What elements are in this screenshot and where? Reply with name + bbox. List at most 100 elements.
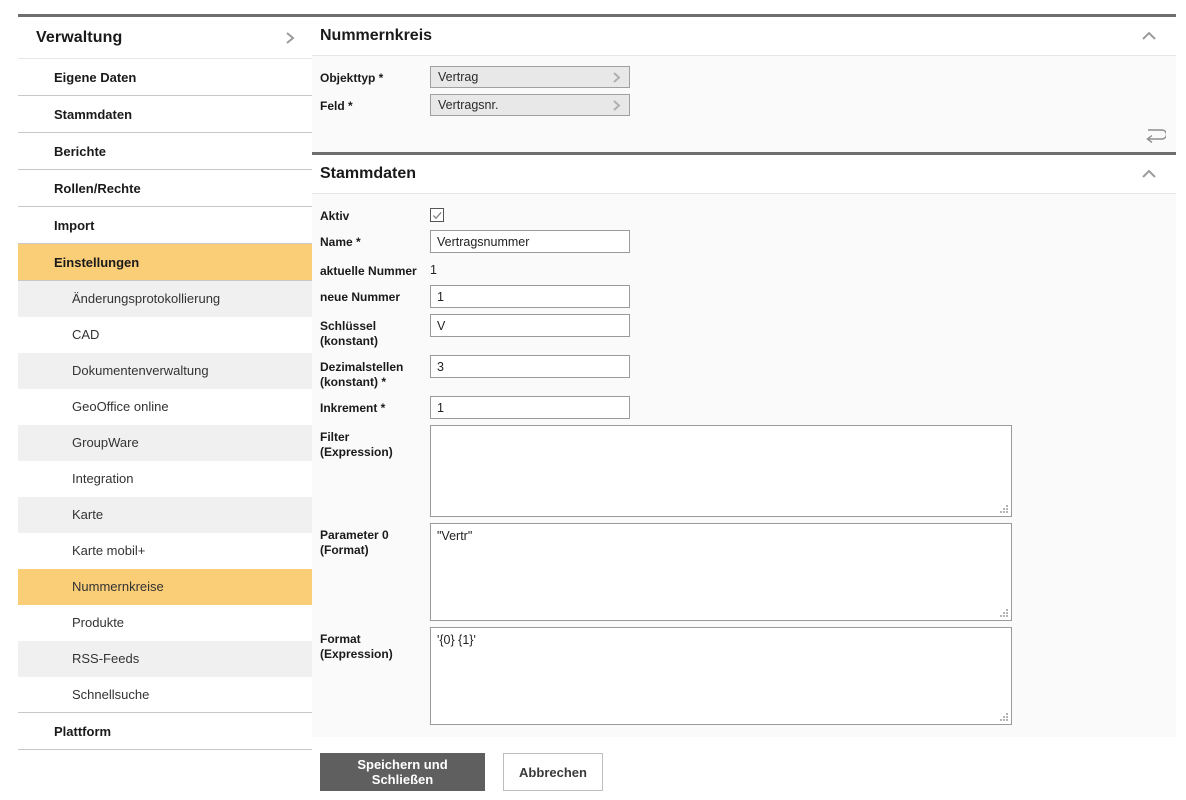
field-row-filter: Filter (Expression) <box>320 425 1176 517</box>
field-label-objekttyp: Objekttyp * <box>320 66 430 86</box>
sidebar-item-produkte[interactable]: Produkte <box>18 605 312 641</box>
chevron-right-icon <box>610 99 623 112</box>
field-label-neue-nummer: neue Nummer <box>320 285 430 305</box>
field-label-name: Name * <box>320 230 430 250</box>
sidebar-item-label: Änderungsprotokollierung <box>72 291 220 306</box>
sidebar-item-label: Rollen/Rechte <box>54 181 141 196</box>
sidebar-item-dokumentenverwaltung[interactable]: Dokumentenverwaltung <box>18 353 312 389</box>
sidebar-item-karte-mobil[interactable]: Karte mobil+ <box>18 533 312 569</box>
field-control-neue-nummer <box>430 285 1176 308</box>
sidebar-item-stammdaten[interactable]: Stammdaten <box>18 96 312 133</box>
filter-textarea[interactable] <box>430 425 1012 517</box>
sidebar-item-groupware[interactable]: GroupWare <box>18 425 312 461</box>
sidebar-item-label: Einstellungen <box>54 255 139 270</box>
panel-nummernkreis-body: Objekttyp * Vertrag Feld * <box>312 56 1176 152</box>
panel-title: Nummernkreis <box>320 27 432 45</box>
dezimalstellen-input[interactable] <box>430 355 630 378</box>
field-label-filter: Filter (Expression) <box>320 425 430 460</box>
field-label-parameter0: Parameter 0 (Format) <box>320 523 430 558</box>
chevron-right-icon[interactable] <box>282 30 298 46</box>
checkmark-icon <box>432 210 443 221</box>
field-control-feld: Vertragsnr. <box>430 94 1176 116</box>
sidebar-item-label: Berichte <box>54 144 106 159</box>
panel-stammdaten: Stammdaten Aktiv <box>312 152 1176 737</box>
field-control-inkrement <box>430 396 1176 419</box>
parameter0-textarea[interactable]: "Vertr" <box>430 523 1012 621</box>
sidebar-item-label: GroupWare <box>72 435 139 450</box>
cancel-button[interactable]: Abbrechen <box>503 753 603 791</box>
field-row-format: Format (Expression) '{0} {1}' <box>320 627 1176 725</box>
button-bar: Speichern und Schließen Abbrechen <box>312 737 1176 791</box>
panel-stammdaten-body: Aktiv Name * <box>312 194 1176 737</box>
sidebar-item-schnellsuche[interactable]: Schnellsuche <box>18 677 312 713</box>
parameter0-textarea-wrap: "Vertr" <box>430 523 1012 621</box>
schluessel-input[interactable] <box>430 314 630 337</box>
field-control-name <box>430 230 1176 253</box>
sidebar-header[interactable]: Verwaltung <box>18 17 312 59</box>
sidebar-item-label: Dokumentenverwaltung <box>72 363 209 378</box>
inkrement-input[interactable] <box>430 396 630 419</box>
format-textarea[interactable]: '{0} {1}' <box>430 627 1012 725</box>
panel-nummernkreis-header[interactable]: Nummernkreis <box>312 17 1176 56</box>
sidebar-item-label: Eigene Daten <box>54 70 136 85</box>
sidebar-item-label: Karte mobil+ <box>72 543 145 558</box>
sidebar-item-label: Plattform <box>54 724 111 739</box>
field-label-feld: Feld * <box>320 94 430 114</box>
field-row-inkrement: Inkrement * <box>320 396 1176 419</box>
field-row-aktiv: Aktiv <box>320 204 1176 224</box>
panel-stammdaten-header[interactable]: Stammdaten <box>312 155 1176 194</box>
field-label-inkrement: Inkrement * <box>320 396 430 416</box>
sidebar-item-einstellungen[interactable]: Einstellungen <box>18 244 312 281</box>
sidebar-item-plattform[interactable]: Plattform <box>18 713 312 750</box>
feld-selected-value: Vertragsnr. <box>438 98 498 112</box>
field-row-parameter0: Parameter 0 (Format) "Vertr" <box>320 523 1176 621</box>
field-row-objekttyp: Objekttyp * Vertrag <box>320 66 1176 88</box>
field-row-aktuelle-nummer: aktuelle Nummer 1 <box>320 259 1176 279</box>
field-row-name: Name * <box>320 230 1176 253</box>
aktuelle-nummer-value: 1 <box>430 259 1176 277</box>
undo-arrow-icon[interactable] <box>1144 126 1166 144</box>
sidebar-item-berichte[interactable]: Berichte <box>18 133 312 170</box>
field-row-neue-nummer: neue Nummer <box>320 285 1176 308</box>
save-and-close-button[interactable]: Speichern und Schließen <box>320 753 485 791</box>
format-textarea-wrap: '{0} {1}' <box>430 627 1012 725</box>
field-control-aktuelle-nummer: 1 <box>430 259 1176 277</box>
sidebar-item-eigene-daten[interactable]: Eigene Daten <box>18 59 312 96</box>
chevron-up-icon[interactable] <box>1140 165 1158 183</box>
field-row-schluessel: Schlüssel (konstant) <box>320 314 1176 349</box>
filter-textarea-wrap <box>430 425 1012 517</box>
field-control-filter <box>430 425 1176 517</box>
field-control-parameter0: "Vertr" <box>430 523 1176 621</box>
field-row-feld: Feld * Vertragsnr. <box>320 94 1176 116</box>
sidebar-item-geooffice-online[interactable]: GeoOffice online <box>18 389 312 425</box>
objekttyp-selected-value: Vertrag <box>438 70 478 84</box>
sidebar-item-rollen-rechte[interactable]: Rollen/Rechte <box>18 170 312 207</box>
field-control-objekttyp: Vertrag <box>430 66 1176 88</box>
sidebar-item-aenderungsprotokollierung[interactable]: Änderungsprotokollierung <box>18 281 312 317</box>
sidebar-item-label: Produkte <box>72 615 124 630</box>
name-input[interactable] <box>430 230 630 253</box>
sidebar-item-karte[interactable]: Karte <box>18 497 312 533</box>
sidebar-item-nummernkreise[interactable]: Nummernkreise <box>18 569 312 605</box>
sidebar-item-label: Stammdaten <box>54 107 132 122</box>
chevron-up-icon[interactable] <box>1140 27 1158 45</box>
sidebar: Verwaltung Eigene Daten Stammdaten Beric… <box>0 0 312 750</box>
sidebar-item-integration[interactable]: Integration <box>18 461 312 497</box>
aktiv-checkbox[interactable] <box>430 208 444 222</box>
field-label-aktiv: Aktiv <box>320 204 430 224</box>
sidebar-item-cad[interactable]: CAD <box>18 317 312 353</box>
field-row-dezimalstellen: Dezimalstellen (konstant) * <box>320 355 1176 390</box>
sidebar-item-label: CAD <box>72 327 99 342</box>
feld-select[interactable]: Vertragsnr. <box>430 94 630 116</box>
panel-nummernkreis: Nummernkreis Objekttyp * Vertrag <box>312 14 1176 152</box>
field-label-schluessel: Schlüssel (konstant) <box>320 314 430 349</box>
sidebar-item-rss-feeds[interactable]: RSS-Feeds <box>18 641 312 677</box>
sidebar-item-label: GeoOffice online <box>72 399 169 414</box>
neue-nummer-input[interactable] <box>430 285 630 308</box>
sidebar-item-label: Integration <box>72 471 133 486</box>
sidebar-inner: Verwaltung Eigene Daten Stammdaten Beric… <box>18 14 312 750</box>
panel-title: Stammdaten <box>320 165 416 183</box>
sidebar-item-import[interactable]: Import <box>18 207 312 244</box>
objekttyp-select[interactable]: Vertrag <box>430 66 630 88</box>
app-root: Verwaltung Eigene Daten Stammdaten Beric… <box>0 0 1186 800</box>
